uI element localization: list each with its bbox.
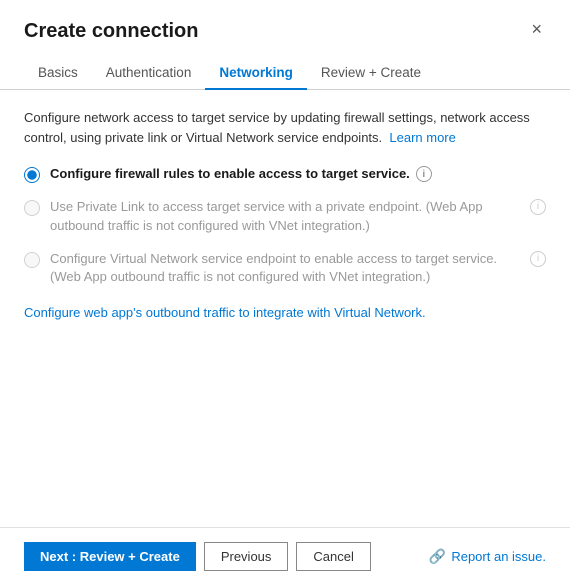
cancel-button[interactable]: Cancel xyxy=(296,542,370,571)
radio-label-wrap-private-link: Use Private Link to access target servic… xyxy=(50,198,546,236)
tab-bar: Basics Authentication Networking Review … xyxy=(0,57,570,90)
dialog-header: Create connection × xyxy=(0,0,570,43)
dialog-title: Create connection xyxy=(24,20,198,43)
radio-label-vnet-endpoint[interactable]: Configure Virtual Network service endpoi… xyxy=(50,250,524,288)
footer-left-buttons: Next : Review + Create Previous Cancel xyxy=(24,542,371,571)
tab-content: Configure network access to target servi… xyxy=(0,90,570,527)
report-icon: 🔗 xyxy=(429,548,446,565)
radio-label-wrap-firewall: Configure firewall rules to enable acces… xyxy=(50,165,546,184)
vnet-integration-link[interactable]: Configure web app's outbound traffic to … xyxy=(24,305,426,320)
info-icon-private-link[interactable]: i xyxy=(530,199,546,215)
previous-button[interactable]: Previous xyxy=(204,542,289,571)
description-text: Configure network access to target servi… xyxy=(24,108,546,147)
close-button[interactable]: × xyxy=(527,20,546,38)
radio-private-link[interactable] xyxy=(24,200,40,216)
tab-basics[interactable]: Basics xyxy=(24,57,92,90)
dialog-footer: Next : Review + Create Previous Cancel 🔗… xyxy=(0,527,570,585)
radio-item-vnet-endpoint[interactable]: Configure Virtual Network service endpoi… xyxy=(24,250,546,288)
tab-networking[interactable]: Networking xyxy=(205,57,307,90)
report-issue-link[interactable]: 🔗 Report an issue. xyxy=(429,548,546,565)
tab-authentication[interactable]: Authentication xyxy=(92,57,206,90)
tab-review-create[interactable]: Review + Create xyxy=(307,57,435,90)
radio-item-private-link[interactable]: Use Private Link to access target servic… xyxy=(24,198,546,236)
report-issue-label: Report an issue. xyxy=(451,549,546,564)
info-icon-vnet-endpoint[interactable]: i xyxy=(530,251,546,267)
radio-vnet-endpoint[interactable] xyxy=(24,252,40,268)
radio-label-firewall[interactable]: Configure firewall rules to enable acces… xyxy=(50,165,410,184)
radio-firewall[interactable] xyxy=(24,167,40,183)
radio-label-wrap-vnet-endpoint: Configure Virtual Network service endpoi… xyxy=(50,250,546,288)
info-icon-firewall[interactable]: i xyxy=(416,166,432,182)
radio-label-private-link[interactable]: Use Private Link to access target servic… xyxy=(50,198,524,236)
learn-more-link[interactable]: Learn more xyxy=(389,130,455,145)
next-button[interactable]: Next : Review + Create xyxy=(24,542,196,571)
create-connection-dialog: Create connection × Basics Authenticatio… xyxy=(0,0,570,585)
radio-item-firewall[interactable]: Configure firewall rules to enable acces… xyxy=(24,165,546,184)
network-option-group: Configure firewall rules to enable acces… xyxy=(24,165,546,287)
